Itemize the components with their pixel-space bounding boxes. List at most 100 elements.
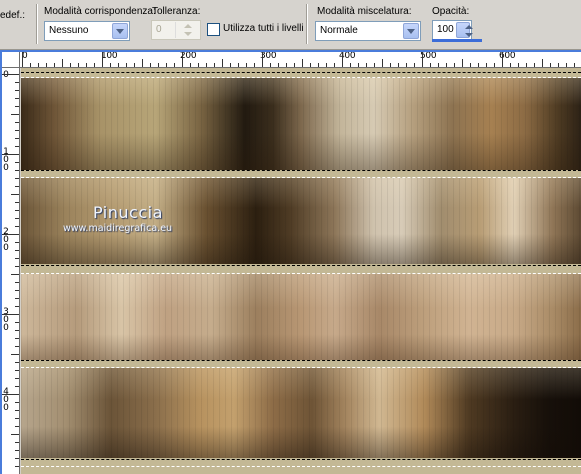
preset-label: edef.: [0, 10, 26, 21]
ruler-tick [15, 450, 19, 451]
ruler-tick [558, 63, 559, 67]
ruler-tick [11, 434, 19, 435]
ruler-tick [422, 50, 423, 67]
ruler-tick [574, 63, 575, 67]
ruler-tick [11, 354, 19, 355]
selection-marquee [21, 170, 581, 171]
ruler-tick [22, 50, 23, 67]
ruler-label: 400 [3, 387, 9, 413]
vertical-ruler: 0 100 200 300 400 [0, 68, 20, 474]
ruler-tick [414, 63, 415, 67]
ruler-tick [462, 59, 463, 67]
ruler-tick [174, 63, 175, 67]
ruler-tick [382, 59, 383, 67]
spin-down-icon[interactable] [457, 31, 473, 39]
ruler-tick [430, 63, 431, 67]
opacity-spinner[interactable]: 100 [432, 20, 473, 40]
ruler-label: 0 [3, 70, 9, 80]
chevron-down-icon[interactable] [403, 23, 419, 39]
ruler-tick [318, 63, 319, 67]
ruler-tick [486, 63, 487, 67]
ruler-tick [70, 63, 71, 67]
opacity-slider[interactable] [432, 39, 482, 42]
watermark-url: www.maidiregrafica.eu [63, 223, 173, 234]
ruler-tick [15, 186, 19, 187]
blend-mode-dropdown[interactable]: Normale [315, 21, 421, 41]
ruler-tick [302, 59, 303, 67]
ruler-corner [0, 50, 20, 68]
ruler-label: 200 [3, 227, 9, 253]
ruler-tick [198, 63, 199, 67]
ruler-tick [454, 63, 455, 67]
ruler-tick [238, 63, 239, 67]
opacity-value: 100 [437, 24, 454, 35]
ruler-tick [94, 63, 95, 67]
ruler-tick [510, 63, 511, 67]
spinner-arrows[interactable] [456, 22, 473, 39]
ruler-tick [550, 63, 551, 67]
image-canvas[interactable]: Pinuccia www.maidiregrafica.eu [21, 68, 581, 474]
ruler-tick [15, 218, 19, 219]
ruler-tick [15, 370, 19, 371]
spin-down-icon[interactable] [175, 30, 199, 38]
ruler-tick [15, 402, 19, 403]
selection-marquee [21, 265, 581, 266]
ruler-tick [438, 63, 439, 67]
ruler-tick [11, 114, 19, 115]
spin-up-icon[interactable] [457, 23, 473, 31]
blend-mode-value: Normale [320, 25, 358, 36]
ruler-tick [11, 274, 19, 275]
spinner-arrows[interactable] [175, 22, 199, 38]
image-band [21, 368, 581, 458]
ruler-tick [0, 234, 19, 235]
ruler-tick [15, 178, 19, 179]
ruler-tick [15, 258, 19, 259]
ruler-tick [254, 63, 255, 67]
ruler-tick [478, 63, 479, 67]
ruler-tick [15, 138, 19, 139]
ruler-tick [0, 74, 19, 75]
selection-marquee [21, 72, 581, 73]
ruler-tick [374, 63, 375, 67]
all-layers-checkbox[interactable] [207, 23, 220, 36]
ruler-tick [15, 322, 19, 323]
match-mode-value: Nessuno [49, 25, 89, 36]
match-mode-dropdown[interactable]: Nessuno [44, 21, 130, 41]
ruler-label: 100 [101, 51, 118, 61]
ruler-tick [326, 63, 327, 67]
ruler-tick [286, 63, 287, 67]
ruler-tick [310, 63, 311, 67]
spin-up-icon[interactable] [175, 22, 199, 30]
ruler-tick [470, 63, 471, 67]
image-band [21, 274, 581, 360]
ruler-tick [350, 63, 351, 67]
ruler-tick [206, 63, 207, 67]
ruler-tick [150, 63, 151, 67]
ruler-tick [15, 298, 19, 299]
ruler-tick [230, 63, 231, 67]
ruler-tick [15, 170, 19, 171]
ruler-tick [246, 63, 247, 67]
horizontal-ruler: 0 100 200 300 400 500 600 [0, 50, 581, 68]
tolerance-spinner[interactable]: 0 [151, 20, 201, 40]
ruler-tick [54, 63, 55, 67]
ruler-tick [406, 63, 407, 67]
guide-line-vertical[interactable] [0, 50, 2, 474]
ruler-tick [11, 194, 19, 195]
ruler-tick [398, 63, 399, 67]
ruler-tick [15, 162, 19, 163]
ruler-tick [366, 63, 367, 67]
all-layers-label: Utilizza tutti i livelli [223, 23, 304, 34]
watermark-name: Pinuccia [93, 203, 163, 222]
blend-mode-label: Modalità miscelatura: [317, 6, 412, 17]
ruler-tick [182, 50, 183, 67]
ruler-tick [15, 346, 19, 347]
selection-marquee [21, 459, 581, 460]
selection-marquee [21, 466, 581, 467]
ruler-label: 300 [3, 307, 9, 333]
ruler-tick [526, 63, 527, 67]
ruler-label: 100 [3, 147, 9, 173]
ruler-tick [15, 210, 19, 211]
chevron-down-icon[interactable] [112, 23, 128, 39]
guide-line-horizontal[interactable] [0, 50, 581, 52]
